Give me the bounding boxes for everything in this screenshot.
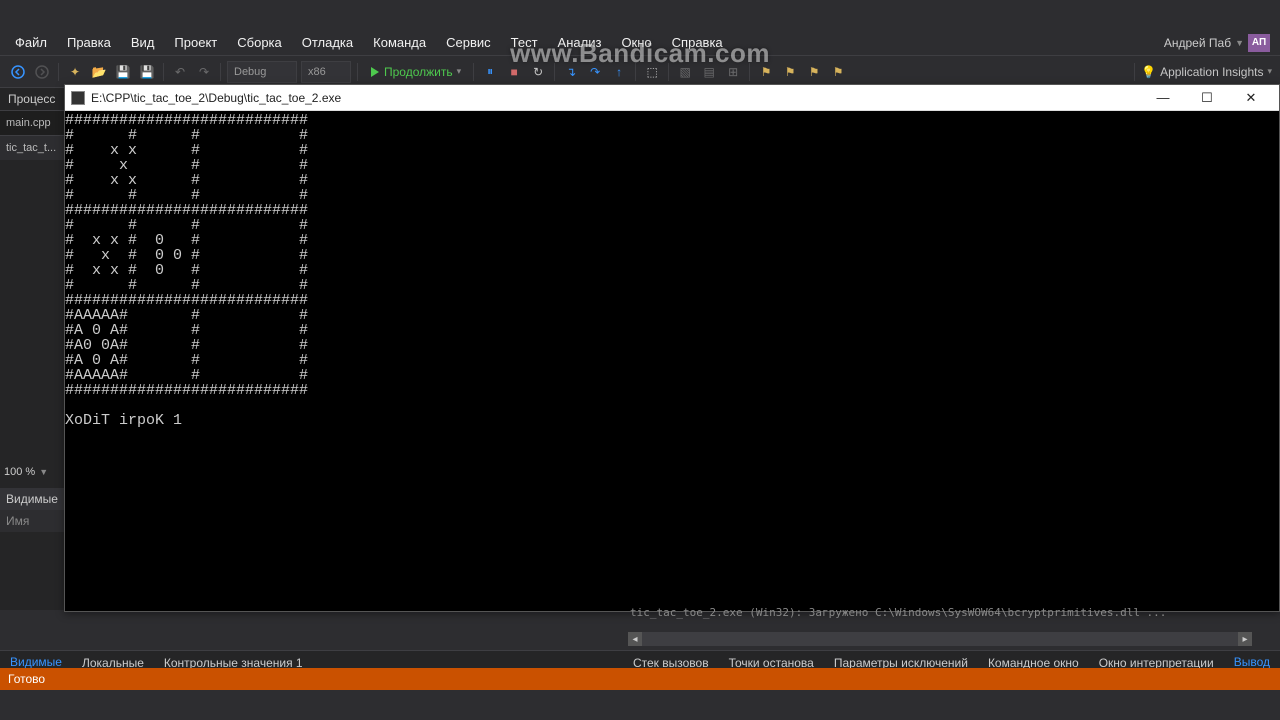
toolbox1-icon: ▧ (675, 62, 695, 82)
menu-item[interactable]: Сборка (228, 31, 291, 54)
menu-item[interactable]: Проект (165, 31, 226, 54)
menu-bar: ФайлПравкаВидПроектСборкаОтладкаКомандаС… (0, 30, 1280, 56)
bookmark-prev-icon[interactable]: ⚑ (780, 62, 800, 82)
redo-icon: ↷ (194, 62, 214, 82)
editor-tab-main[interactable]: main.cpp (0, 110, 64, 135)
maximize-button[interactable]: ☐ (1185, 86, 1229, 110)
output-hscrollbar[interactable]: ◂▸ (628, 632, 1252, 646)
console-titlebar[interactable]: E:\CPP\tic_tac_toe_2\Debug\tic_tac_toe_2… (65, 85, 1279, 111)
pause-icon[interactable]: ⏸ (480, 62, 500, 82)
locals-panel-header: Видимые (0, 488, 64, 510)
editor-tab-second[interactable]: tic_tac_t... (0, 135, 64, 160)
toolbox2-icon: ▤ (699, 62, 719, 82)
app-insights-button[interactable]: 💡 Application Insights ▾ (1141, 65, 1272, 79)
locals-name-column: Имя (0, 510, 64, 532)
save-icon[interactable]: 💾 (113, 62, 133, 82)
bookmark-icon[interactable]: ⚑ (756, 62, 776, 82)
open-file-icon[interactable]: 📂 (89, 62, 109, 82)
stop-icon[interactable]: ■ (504, 62, 524, 82)
user-name-label: Андрей Паб (1164, 36, 1231, 50)
undo-icon: ↶ (170, 62, 190, 82)
status-bar: Готово (0, 668, 1280, 690)
toolbox3-icon: ⊞ (723, 62, 743, 82)
menu-item[interactable]: Вид (122, 31, 164, 54)
status-ready-label: Готово (8, 672, 45, 686)
step-into-icon[interactable]: ↴ (561, 62, 581, 82)
user-dropdown-icon[interactable]: ▼ (1235, 38, 1244, 48)
menu-item[interactable]: Анализ (549, 31, 611, 54)
console-app-icon (71, 91, 85, 105)
process-label: Процесс (8, 92, 55, 106)
menu-item[interactable]: Окно (612, 31, 660, 54)
hex-icon[interactable]: ⬚ (642, 62, 662, 82)
config-combo[interactable]: Debug (227, 61, 297, 83)
output-panel-text: tic_tac_toe_2.exe (Win32): Загружено C:\… (630, 606, 1250, 620)
step-out-icon[interactable]: ↑ (609, 62, 629, 82)
user-avatar-badge[interactable]: АП (1248, 34, 1270, 52)
menu-item[interactable]: Тест (502, 31, 547, 54)
console-title-text: E:\CPP\tic_tac_toe_2\Debug\tic_tac_toe_2… (91, 91, 341, 105)
zoom-combo[interactable]: 100 %▼ (0, 462, 64, 482)
new-file-icon[interactable]: ✦ (65, 62, 85, 82)
menu-item[interactable]: Файл (6, 31, 56, 54)
menu-item[interactable]: Команда (364, 31, 435, 54)
continue-button[interactable]: Продолжить ▾ (364, 65, 467, 79)
close-button[interactable]: ✕ (1229, 86, 1273, 110)
console-output: ########################### # # # # # x … (65, 111, 1279, 611)
nav-back-icon[interactable] (8, 62, 28, 82)
menu-item[interactable]: Справка (663, 31, 732, 54)
menu-item[interactable]: Правка (58, 31, 120, 54)
step-over-icon[interactable]: ↷ (585, 62, 605, 82)
minimize-button[interactable]: — (1141, 86, 1185, 110)
console-window: E:\CPP\tic_tac_toe_2\Debug\tic_tac_toe_2… (64, 84, 1280, 612)
menu-item[interactable]: Сервис (437, 31, 500, 54)
bulb-icon: 💡 (1141, 65, 1156, 79)
bookmark-next-icon[interactable]: ⚑ (804, 62, 824, 82)
bookmark-clear-icon[interactable]: ⚑ (828, 62, 848, 82)
nav-forward-icon (32, 62, 52, 82)
platform-combo[interactable]: x86 (301, 61, 351, 83)
restart-icon[interactable]: ↻ (528, 62, 548, 82)
menu-item[interactable]: Отладка (293, 31, 362, 54)
save-all-icon[interactable]: 💾 (137, 62, 157, 82)
